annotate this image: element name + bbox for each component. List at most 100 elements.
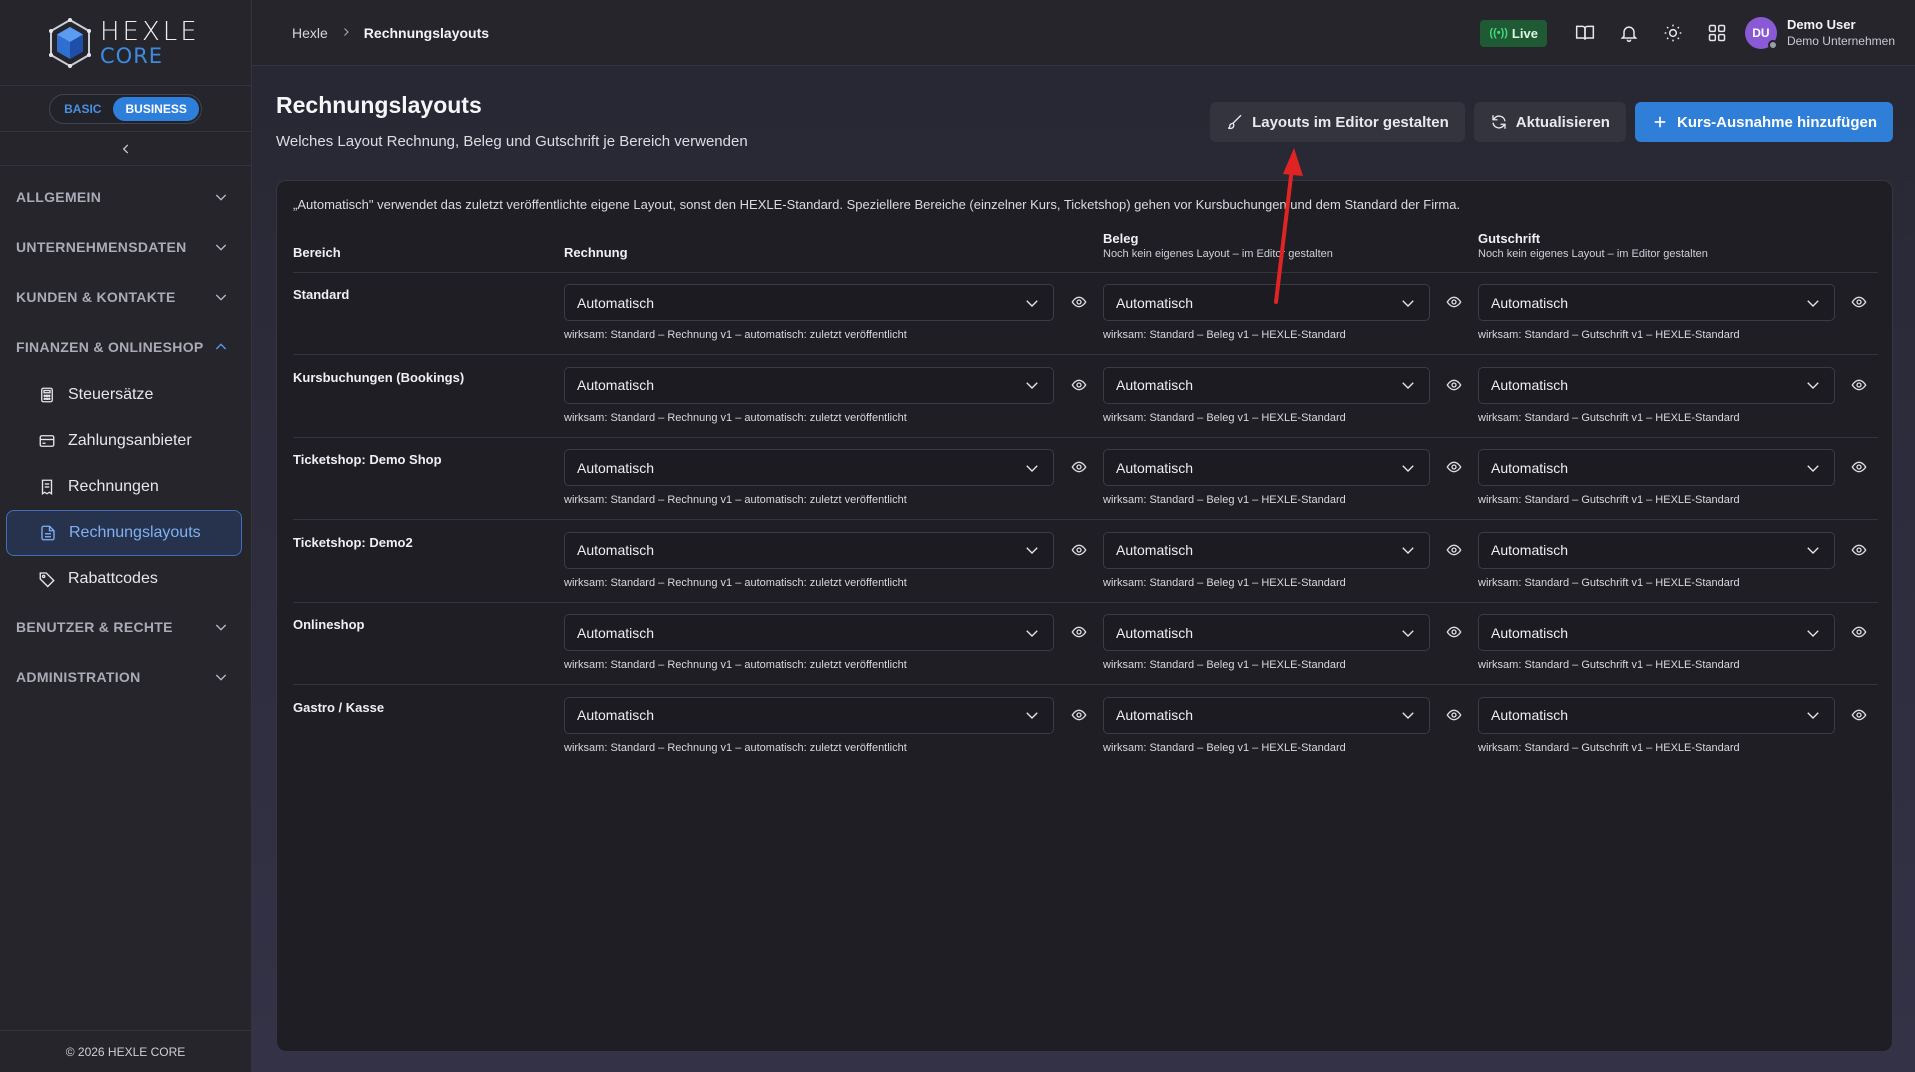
eye-icon[interactable] xyxy=(1851,624,1867,640)
chevron-down-icon xyxy=(1807,547,1819,554)
apps-button[interactable] xyxy=(1695,11,1739,55)
area-name: Onlineshop xyxy=(293,617,365,632)
eye-icon[interactable] xyxy=(1446,624,1462,640)
live-badge[interactable]: ((•)) Live xyxy=(1480,19,1547,47)
sidebar-item-rechnungen[interactable]: Rechnungen xyxy=(6,464,242,510)
gutschrift-layout-select[interactable]: Automatisch xyxy=(1478,696,1835,734)
gutschrift-select-value: Automatisch xyxy=(1491,542,1569,558)
eye-icon[interactable] xyxy=(1446,459,1462,475)
table-row: Standard Automatisch wirksam: Standard – R… xyxy=(293,273,1878,355)
chevron-down-icon xyxy=(1807,712,1819,719)
notifications-button[interactable] xyxy=(1607,11,1651,55)
layouts-card: „Automatisch" verwendet das zuletzt verö… xyxy=(276,180,1893,1052)
beleg-layout-select[interactable]: Automatisch xyxy=(1103,531,1430,569)
plan-basic-option[interactable]: BASIC xyxy=(52,97,113,121)
rechnung-effective-text: wirksam: Standard – Rechnung v1 – automa… xyxy=(564,329,907,341)
gutschrift-layout-select[interactable]: Automatisch xyxy=(1478,366,1835,404)
theme-toggle-button[interactable] xyxy=(1651,11,1695,55)
eye-icon[interactable] xyxy=(1851,707,1867,723)
beleg-layout-select[interactable]: Automatisch xyxy=(1103,614,1430,651)
chevron-down-icon xyxy=(1026,299,1038,307)
design-layouts-button[interactable]: Layouts im Editor gestalten xyxy=(1210,102,1465,142)
eye-icon[interactable] xyxy=(1851,542,1867,558)
nav-section-administration[interactable]: ADMINISTRATION xyxy=(0,652,251,702)
gutschrift-layout-select[interactable]: Automatisch xyxy=(1478,284,1835,321)
nav-section-label: FINANZEN & ONLINESHOP xyxy=(16,339,204,355)
eye-icon[interactable] xyxy=(1446,294,1462,310)
docs-button[interactable] xyxy=(1563,11,1607,55)
eye-icon[interactable] xyxy=(1071,624,1087,640)
calculator-icon xyxy=(41,387,53,403)
eye-icon[interactable] xyxy=(1071,542,1087,558)
nav-section-unternehmensdaten[interactable]: UNTERNEHMENSDATEN xyxy=(0,222,251,272)
gutschrift-layout-select[interactable]: Automatisch xyxy=(1478,449,1835,486)
col-header-beleg: Beleg Noch kein eigenes Layout – im Edit… xyxy=(1103,231,1333,260)
eye-icon[interactable] xyxy=(1071,294,1087,310)
nav-section-kunden[interactable]: KUNDEN & KONTAKTE xyxy=(0,272,251,322)
avatar[interactable]: DU xyxy=(1744,17,1778,50)
rechnung-layout-select[interactable]: Automatisch xyxy=(564,366,1054,404)
beleg-select-value: Automatisch xyxy=(1116,294,1194,311)
breadcrumb-home[interactable]: Hexle xyxy=(292,25,328,41)
table-row: Gastro / Kasse Automatisch wirksam: Standa… xyxy=(293,686,1878,768)
plan-business-option[interactable]: BUSINESS xyxy=(113,96,199,121)
nav-section-benutzer[interactable]: BENUTZER & RECHTE xyxy=(0,602,251,652)
chevron-down-icon xyxy=(1026,629,1038,637)
logo-text: HEXLE CORE xyxy=(100,19,200,67)
refresh-button[interactable]: Aktualisieren xyxy=(1473,102,1626,142)
rechnung-layout-select[interactable]: Automatisch xyxy=(564,449,1054,486)
user-menu[interactable]: Demo User Demo Unternehmen xyxy=(1787,17,1895,48)
sidebar-nav: ALLGEMEIN UNTERNEHMENSDATEN KUNDEN & KON… xyxy=(0,166,251,702)
beleg-layout-select[interactable]: Automatisch xyxy=(1103,696,1430,734)
rechnung-layout-select[interactable]: Automatisch xyxy=(564,284,1054,321)
eye-icon[interactable] xyxy=(1446,377,1462,393)
add-course-exception-button[interactable]: Kurs-Ausnahme hinzufügen xyxy=(1634,102,1893,142)
beleg-effective-text: wirksam: Standard – Beleg v1 – HEXLE-Sta… xyxy=(1103,659,1346,671)
beleg-select-value: Automatisch xyxy=(1116,542,1194,558)
beleg-layout-select[interactable]: Automatisch xyxy=(1103,449,1430,486)
beleg-layout-select[interactable]: Automatisch xyxy=(1103,284,1430,321)
eye-icon[interactable] xyxy=(1446,542,1462,558)
beleg-effective-text: wirksam: Standard – Beleg v1 – HEXLE-Sta… xyxy=(1103,411,1346,424)
gutschrift-layout-select[interactable]: Automatisch xyxy=(1478,531,1835,569)
nav-section-label: UNTERNEHMENSDATEN xyxy=(16,239,187,255)
eye-icon[interactable] xyxy=(1071,377,1087,393)
gutschrift-effective-text: wirksam: Standard – Gutschrift v1 – HEXL… xyxy=(1478,411,1740,424)
eye-icon[interactable] xyxy=(1071,459,1087,475)
main-content: Rechnungslayouts Welches Layout Rechnung… xyxy=(252,66,1915,1072)
eye-icon[interactable] xyxy=(1851,459,1867,475)
chevron-down-icon xyxy=(215,624,227,631)
beleg-effective-text: wirksam: Standard – Beleg v1 – HEXLE-Sta… xyxy=(1103,576,1346,589)
rechnung-layout-select[interactable]: Automatisch xyxy=(564,531,1054,569)
eye-icon[interactable] xyxy=(1851,294,1867,310)
rechnung-layout-select[interactable]: Automatisch xyxy=(564,696,1054,734)
sidebar-item-rabattcodes[interactable]: Rabattcodes xyxy=(6,556,242,602)
refresh-label: Aktualisieren xyxy=(1515,113,1610,131)
rechnung-layout-select[interactable]: Automatisch xyxy=(564,614,1054,651)
sidebar-item-steuersaetze[interactable]: Steuersätze xyxy=(6,372,242,418)
rechnung-select-value: Automatisch xyxy=(577,294,655,311)
book-open-icon xyxy=(1575,25,1595,40)
sidebar-item-zahlungsanbieter[interactable]: Zahlungsanbieter xyxy=(6,418,242,464)
beleg-layout-select[interactable]: Automatisch xyxy=(1103,366,1430,404)
gutschrift-effective-text: wirksam: Standard – Gutschrift v1 – HEXL… xyxy=(1478,329,1740,341)
plan-switch-wrap: BASIC BUSINESS xyxy=(0,86,251,132)
eye-icon[interactable] xyxy=(1071,707,1087,723)
nav-section-finanzen[interactable]: FINANZEN & ONLINESHOP xyxy=(0,322,251,372)
sidebar-item-rechnungslayouts[interactable]: Rechnungslayouts xyxy=(6,510,242,556)
chevron-left-icon xyxy=(122,143,128,154)
eye-icon[interactable] xyxy=(1851,377,1867,393)
gutschrift-select-value: Automatisch xyxy=(1491,377,1569,393)
gutschrift-select-value: Automatisch xyxy=(1491,624,1569,641)
gutschrift-effective-text: wirksam: Standard – Gutschrift v1 – HEXL… xyxy=(1478,576,1740,589)
nav-section-allgemein[interactable]: ALLGEMEIN xyxy=(0,172,251,222)
collapse-sidebar-button[interactable] xyxy=(0,132,251,166)
gutschrift-layout-select[interactable]: Automatisch xyxy=(1478,614,1835,651)
table-row: Ticketshop: Demo Shop Automatisch wirksam:… xyxy=(293,438,1878,520)
eye-icon[interactable] xyxy=(1446,707,1462,723)
bell-icon xyxy=(1620,26,1638,43)
rechnung-effective-text: wirksam: Standard – Rechnung v1 – automa… xyxy=(564,411,907,424)
logo[interactable]: HEXLE CORE xyxy=(0,0,251,86)
sidebar-item-label: Steuersätze xyxy=(68,386,154,403)
area-name: Kursbuchungen (Bookings) xyxy=(293,369,465,385)
